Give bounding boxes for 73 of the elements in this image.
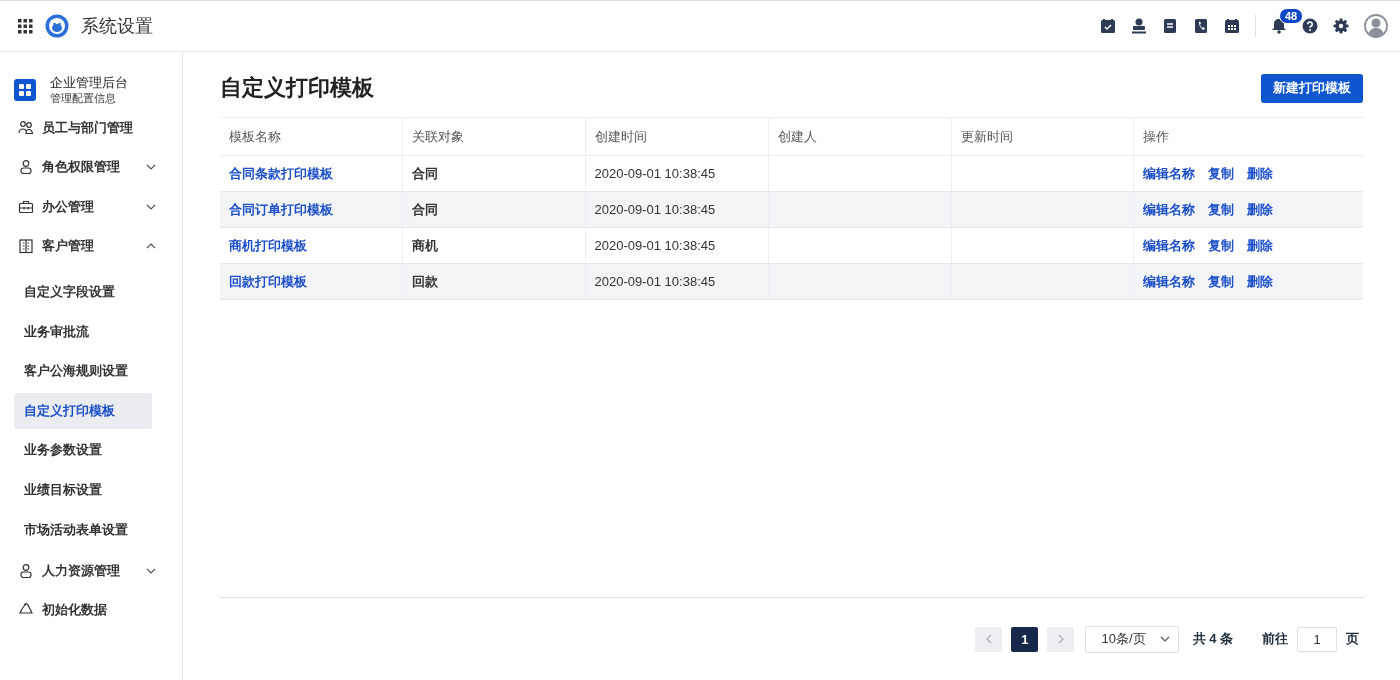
sidebar-submenu-item[interactable]: 自定义打印模板 — [14, 392, 152, 429]
person-icon — [18, 562, 34, 579]
column-header: 操作 — [1133, 117, 1363, 156]
goto-page-field[interactable]: 1 — [1297, 626, 1337, 652]
total-count-text: 共 4 条 — [1192, 630, 1233, 648]
row-action-link[interactable]: 复制 — [1207, 200, 1234, 219]
row-action-link[interactable]: 编辑名称 — [1142, 236, 1195, 255]
sidebar-submenu-item[interactable]: 业务参数设置 — [14, 432, 152, 469]
row-action-link[interactable]: 编辑名称 — [1142, 272, 1195, 291]
phone-book-icon[interactable] — [1193, 18, 1209, 34]
chevron-left-icon — [984, 634, 993, 644]
row-action-link[interactable]: 编辑名称 — [1142, 164, 1195, 183]
created-time-text: 2020-09-01 10:38:45 — [594, 166, 716, 181]
app-grid-icon[interactable] — [18, 18, 33, 34]
linked-object-text: 合同 — [411, 165, 438, 181]
sidebar-submenu-item[interactable]: 自定义字段设置 — [14, 274, 152, 310]
sidebar-menu-item[interactable]: 员工与部门管理 — [14, 108, 160, 148]
column-header: 关联对象 — [402, 117, 585, 156]
page-number-button[interactable]: 1 — [1011, 626, 1039, 652]
new-template-button[interactable]: 新建打印模板 — [1261, 73, 1363, 103]
stamp-icon[interactable] — [1131, 18, 1147, 34]
sidebar-menu-item[interactable]: 办公管理 — [14, 187, 160, 227]
linked-object-text: 商机 — [411, 237, 438, 253]
org-name: 企业管理后台 — [50, 74, 128, 91]
template-name-link[interactable]: 合同条款打印模板 — [229, 165, 333, 181]
row-action-link[interactable]: 删除 — [1246, 200, 1273, 219]
sidebar-submenu-item[interactable]: 客户公海规则设置 — [14, 353, 152, 390]
page-suffix-label: 页 — [1346, 630, 1359, 648]
calendar-icon[interactable] — [1224, 18, 1240, 34]
column-header: 模板名称 — [220, 117, 402, 156]
column-header: 创建时间 — [585, 117, 768, 156]
linked-object-text: 合同 — [411, 201, 438, 217]
created-time-text: 2020-09-01 10:38:45 — [594, 202, 716, 217]
row-action-link[interactable]: 删除 — [1246, 236, 1273, 255]
help-icon[interactable] — [1302, 18, 1318, 34]
row-action-link[interactable]: 删除 — [1246, 272, 1273, 291]
created-time-text: 2020-09-01 10:38:45 — [594, 238, 716, 253]
people-icon — [18, 119, 34, 136]
notification-badge: 48 — [1279, 8, 1304, 24]
column-header: 更新时间 — [951, 117, 1133, 156]
sidebar-menu-item[interactable]: 人力资源管理 — [14, 551, 160, 591]
page-size-select[interactable]: 10条/页 — [1085, 625, 1179, 653]
page-title: 自定义打印模板 — [220, 74, 374, 102]
sidebar-menu-item[interactable]: 客户管理 — [14, 226, 160, 266]
row-action-link[interactable]: 复制 — [1207, 236, 1234, 255]
sidebar-submenu-item[interactable]: 业绩目标设置 — [14, 471, 152, 508]
chevron-right-icon — [1056, 634, 1065, 644]
sidebar-menu-item[interactable]: 初始化数据 — [14, 590, 160, 631]
row-action-link[interactable]: 复制 — [1207, 272, 1234, 291]
org-subtitle: 管理配置信息 — [50, 91, 117, 106]
sidebar-submenu-item[interactable]: 业务审批流 — [14, 313, 152, 350]
row-action-link[interactable]: 复制 — [1207, 164, 1234, 183]
row-action-link[interactable]: 编辑名称 — [1142, 200, 1195, 219]
dashboard-icon — [14, 79, 36, 101]
app-title: 系统设置 — [81, 15, 153, 38]
chevron-down-icon — [1159, 634, 1170, 644]
sidebar-submenu-item[interactable]: 市场活动表单设置 — [14, 511, 152, 548]
linked-object-text: 回款 — [411, 273, 438, 289]
column-header: 创建人 — [768, 117, 951, 156]
notification-bell-icon[interactable] — [1271, 18, 1287, 34]
briefcase-icon — [18, 198, 34, 215]
settings-icon[interactable] — [1333, 18, 1349, 34]
created-time-text: 2020-09-01 10:38:45 — [594, 274, 716, 289]
avatar-icon[interactable] — [1364, 14, 1388, 38]
template-name-link[interactable]: 回款打印模板 — [229, 273, 307, 289]
sidebar-menu-item[interactable]: 角色权限管理 — [14, 147, 160, 187]
template-name-link[interactable]: 商机打印模板 — [229, 237, 307, 253]
calendar-check-icon[interactable] — [1100, 18, 1116, 34]
row-action-link[interactable]: 删除 — [1246, 164, 1273, 183]
building-icon — [18, 238, 34, 255]
person-icon — [18, 159, 34, 176]
goto-label: 前往 — [1262, 630, 1288, 648]
document-icon[interactable] — [1162, 18, 1178, 34]
